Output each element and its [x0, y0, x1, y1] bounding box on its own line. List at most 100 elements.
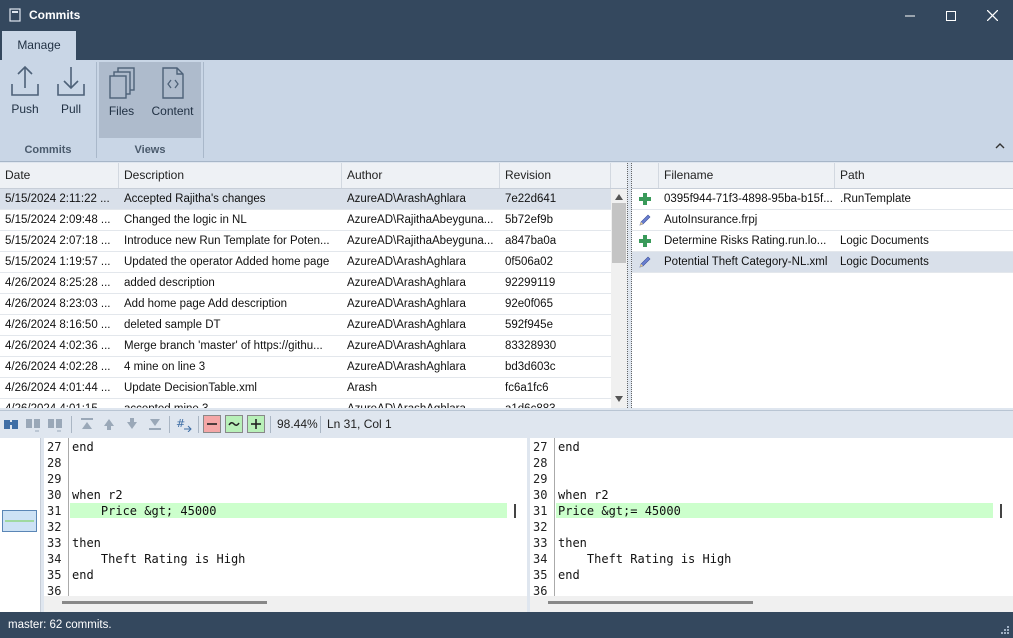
table-row[interactable]: 4/26/2024 4:02:36 ... Merge branch 'maste… — [0, 336, 611, 357]
code-line[interactable]: 32 — [44, 519, 527, 535]
files-button[interactable]: Files — [99, 62, 144, 138]
table-row[interactable]: 5/15/2024 2:11:22 ... Accepted Rajitha's … — [0, 189, 611, 210]
left-horizontal-scrollbar[interactable] — [44, 596, 527, 612]
column-header-status[interactable] — [632, 163, 659, 188]
minimize-button[interactable] — [889, 0, 931, 31]
commits-scrollbar[interactable] — [611, 189, 627, 408]
window-title: Commits — [29, 8, 81, 22]
table-row[interactable]: AutoInsurance.frpj — [632, 210, 1013, 231]
code-line[interactable]: 30 when r2 — [530, 487, 1013, 503]
file-path — [835, 210, 1013, 230]
table-row[interactable]: Potential Theft Category-NL.xml Logic Doc… — [632, 252, 1013, 273]
scroll-up-icon[interactable] — [615, 194, 623, 200]
last-change-icon[interactable] — [147, 416, 163, 432]
code-line[interactable]: 31 Price &gt;= 45000 — [530, 503, 1013, 519]
code-line[interactable]: 34 Theft Rating is High — [44, 551, 527, 567]
commit-description: Merge branch 'master' of https://githu..… — [124, 340, 323, 352]
commit-revision: 92299119 — [505, 277, 556, 289]
table-row[interactable]: 4/26/2024 4:01:44 ... Update DecisionTabl… — [0, 378, 611, 399]
code-text: when r2 — [558, 488, 609, 502]
code-line[interactable]: 35 end — [44, 567, 527, 583]
scrollbar-thumb[interactable] — [612, 203, 626, 263]
code-line[interactable]: 31 Price &gt; 45000 — [44, 503, 527, 519]
close-button[interactable] — [971, 0, 1013, 31]
overview-viewport[interactable] — [2, 510, 37, 532]
find-next-icon[interactable] — [47, 416, 63, 432]
line-number: 29 — [47, 472, 62, 486]
commit-date: 4/26/2024 4:02:28 ... — [5, 361, 111, 373]
column-header-author[interactable]: Author — [342, 163, 500, 188]
code-line[interactable]: 29 — [530, 471, 1013, 487]
pull-icon — [57, 67, 85, 96]
line-numbers-icon[interactable]: # — [176, 416, 192, 432]
left-diff-pane[interactable]: 27 end 28 29 30 when r2 31 Price &gt; 45000 32 3… — [44, 438, 527, 612]
table-row[interactable]: 5/15/2024 1:19:57 ... Updated the operato… — [0, 252, 611, 273]
plus-icon — [251, 419, 261, 429]
code-line[interactable]: 33 then — [44, 535, 527, 551]
right-horizontal-scrollbar[interactable] — [530, 596, 1013, 612]
commit-author: AzureAD\ArashAghlara — [347, 340, 466, 352]
push-button[interactable]: Push — [5, 64, 45, 124]
column-header-path[interactable]: Path — [835, 163, 1013, 188]
commit-revision: a847ba0a — [505, 235, 557, 247]
line-number: 28 — [533, 456, 548, 470]
content-button[interactable]: Content — [144, 62, 201, 138]
show-changed-button[interactable] — [225, 415, 243, 433]
previous-change-icon[interactable] — [101, 416, 117, 432]
table-row[interactable]: 4/26/2024 8:16:50 ... deleted sample DT Az… — [0, 315, 611, 336]
column-header-revision[interactable]: Revision — [500, 163, 611, 188]
pull-button[interactable]: Pull — [51, 64, 91, 124]
line-number: 30 — [47, 488, 62, 502]
files-header: Filename Path — [632, 163, 1013, 189]
collapse-ribbon-icon[interactable] — [995, 142, 1005, 150]
code-line[interactable]: 34 Theft Rating is High — [530, 551, 1013, 567]
right-diff-pane[interactable]: 27 end 28 29 30 when r2 31 Price &gt;= 45000 32 3… — [530, 438, 1013, 612]
toolbar-separator — [71, 416, 72, 433]
commit-revision: 0f506a02 — [505, 256, 553, 268]
table-row[interactable]: 4/26/2024 8:23:03 ... Add home page Add d… — [0, 294, 611, 315]
line-number: 28 — [47, 456, 62, 470]
diff-overview[interactable] — [0, 438, 41, 612]
tab-manage[interactable]: Manage — [2, 31, 76, 60]
code-line[interactable]: 30 when r2 — [44, 487, 527, 503]
scrollbar-thumb[interactable] — [62, 601, 267, 604]
commit-date: 5/15/2024 1:19:57 ... — [5, 256, 111, 268]
code-line[interactable]: 29 — [44, 471, 527, 487]
file-path: Logic Documents — [840, 235, 929, 247]
code-line[interactable]: 32 — [530, 519, 1013, 535]
table-row[interactable]: 4/26/2024 8:25:28 ... added description Az… — [0, 273, 611, 294]
table-row[interactable]: 4/26/2024 4:01:15 ...accepted mine 3Azur… — [0, 399, 611, 408]
scroll-down-icon[interactable] — [615, 396, 623, 402]
first-change-icon[interactable] — [79, 416, 95, 432]
code-line[interactable]: 28 — [530, 455, 1013, 471]
column-header-filename[interactable]: Filename — [659, 163, 835, 188]
next-change-icon[interactable] — [124, 416, 140, 432]
find-previous-icon[interactable] — [25, 416, 41, 432]
code-text: then — [72, 536, 101, 550]
group-label-views: Views — [134, 144, 166, 156]
commit-date: 4/26/2024 8:25:28 ... — [5, 277, 111, 289]
table-row[interactable]: 4/26/2024 4:02:28 ... 4 mine on line 3 Azu… — [0, 357, 611, 378]
toolbar-separator — [198, 416, 199, 433]
code-line[interactable]: 27 end — [530, 439, 1013, 455]
commit-revision: fc6a1fc6 — [505, 382, 549, 394]
zoom-level: 98.44% — [277, 417, 318, 431]
table-row[interactable]: 0395f944-71f3-4898-95ba-b15f... .RunTempl… — [632, 189, 1013, 210]
code-line[interactable]: 27 end — [44, 439, 527, 455]
column-header-description[interactable]: Description — [119, 163, 342, 188]
table-row[interactable]: Determine Risks Rating.run.lo... Logic Do… — [632, 231, 1013, 252]
code-line[interactable]: 35 end — [530, 567, 1013, 583]
find-icon[interactable] — [3, 416, 19, 432]
table-row[interactable]: 5/15/2024 2:09:48 ... Changed the logic i… — [0, 210, 611, 231]
line-number: 29 — [533, 472, 548, 486]
code-line[interactable]: 28 — [44, 455, 527, 471]
code-line[interactable]: 33 then — [530, 535, 1013, 551]
show-added-button[interactable] — [247, 415, 265, 433]
table-row[interactable]: 5/15/2024 2:07:18 ... Introduce new Run T… — [0, 231, 611, 252]
maximize-button[interactable] — [930, 0, 972, 31]
commit-revision: 92e0f065 — [505, 298, 553, 310]
resize-grip-icon[interactable] — [999, 624, 1009, 634]
show-deleted-button[interactable] — [203, 415, 221, 433]
scrollbar-thumb[interactable] — [548, 601, 753, 604]
column-header-date[interactable]: Date — [0, 163, 119, 188]
